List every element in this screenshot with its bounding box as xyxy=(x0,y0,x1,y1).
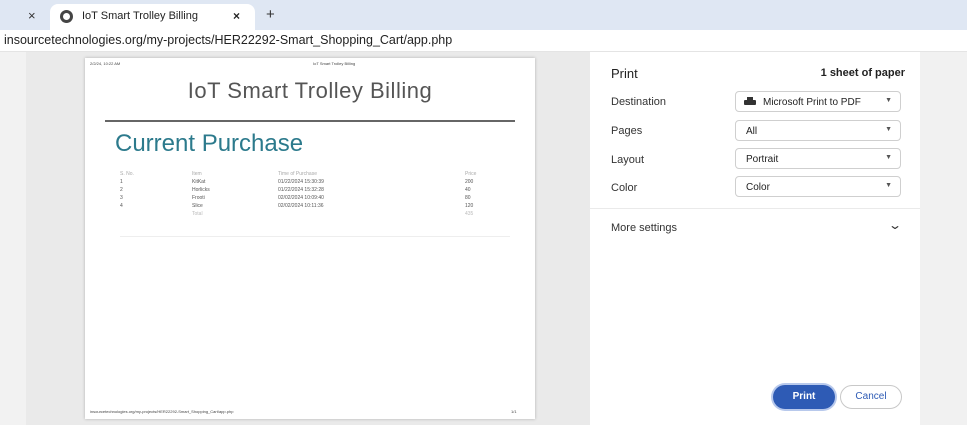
dropdown-caret-icon: ▼ xyxy=(885,182,892,189)
pages-select[interactable]: All ▼ xyxy=(735,120,901,141)
cell-sno: 4 xyxy=(120,203,123,209)
address-bar[interactable]: insourcetechnologies.org/my-projects/HER… xyxy=(0,30,967,52)
chevron-down-icon[interactable]: ⌄ xyxy=(888,218,902,232)
sheet-count: 1 sheet of paper xyxy=(820,67,905,79)
site-favicon-icon xyxy=(60,10,73,23)
page-footer-url: insourcetechnologies.org/my-projects/HER… xyxy=(90,409,234,414)
tab-strip: × IoT Smart Trolley Billing × + xyxy=(0,0,967,30)
table-row: 2 Horlicks 01/22/2024 15:32:28 40 xyxy=(120,187,515,195)
tab-title: IoT Smart Trolley Billing xyxy=(82,10,198,22)
dropdown-caret-icon: ▼ xyxy=(885,126,892,133)
cell-item: KitKat xyxy=(192,179,206,185)
cell-item: Frooti xyxy=(192,195,205,201)
more-settings-toggle[interactable]: More settings xyxy=(611,222,677,234)
cell-time: 02/02/2024 10:11:36 xyxy=(278,203,324,209)
color-select[interactable]: Color ▼ xyxy=(735,176,901,197)
cell-sno: 2 xyxy=(120,187,123,193)
close-icon[interactable]: × xyxy=(28,8,36,23)
cell-sno: 1 xyxy=(120,179,123,185)
page-title: IoT Smart Trolley Billing xyxy=(187,78,433,103)
total-value: 435 xyxy=(465,211,474,217)
color-label: Color xyxy=(611,182,638,194)
col-header-price: Price xyxy=(465,171,477,177)
cell-item: Horlicks xyxy=(192,187,210,193)
col-header-item: Item xyxy=(192,171,202,177)
print-settings-panel: Print 1 sheet of paper Destination Micro… xyxy=(590,52,920,425)
print-title: Print xyxy=(611,66,638,81)
settings-divider xyxy=(590,208,920,209)
panel-right-strip xyxy=(920,52,967,425)
preview-page: 2/2/24, 10:22 AM IoT Smart Trolley Billi… xyxy=(85,58,535,419)
cell-price: 80 xyxy=(465,195,471,201)
col-header-time: Time of Purchase xyxy=(278,171,317,177)
cell-time: 01/22/2024 15:30:39 xyxy=(278,179,324,185)
destination-select[interactable]: Microsoft Print to PDF ▼ xyxy=(735,91,901,112)
title-divider xyxy=(105,120,515,122)
cell-price: 200 xyxy=(465,179,474,185)
cell-time: 01/22/2024 15:32:28 xyxy=(278,187,324,193)
destination-value: Microsoft Print to PDF xyxy=(763,97,861,108)
table-header-row: S. No. Item Time of Purchase Price xyxy=(120,171,515,179)
page-header-title: IoT Smart Trolley Billing xyxy=(313,61,356,66)
cell-price: 40 xyxy=(465,187,471,193)
cell-price: 120 xyxy=(465,203,474,209)
new-tab-icon[interactable]: + xyxy=(266,6,275,23)
print-button[interactable]: Print xyxy=(773,385,835,409)
dropdown-caret-icon: ▼ xyxy=(885,97,892,104)
table-total-row: Total 435 xyxy=(120,211,515,219)
cell-time: 02/02/2024 10:09:40 xyxy=(278,195,324,201)
tab-iot-smart-trolley[interactable]: IoT Smart Trolley Billing × xyxy=(50,4,255,30)
layout-label: Layout xyxy=(611,154,645,166)
table-bottom-divider xyxy=(120,236,510,237)
col-header-sno: S. No. xyxy=(120,171,134,177)
purchase-table: S. No. Item Time of Purchase Price 1 Kit… xyxy=(120,171,515,219)
pages-label: Pages xyxy=(611,125,643,137)
destination-label: Destination xyxy=(611,96,667,108)
url-text[interactable]: insourcetechnologies.org/my-projects/HER… xyxy=(4,33,452,47)
section-title: Current Purchase xyxy=(115,130,304,157)
color-value: Color xyxy=(746,182,770,193)
cancel-button[interactable]: Cancel xyxy=(840,385,902,409)
layout-select[interactable]: Portrait ▼ xyxy=(735,148,901,169)
pages-value: All xyxy=(746,126,758,137)
table-row: 4 Slice 02/02/2024 10:11:36 120 xyxy=(120,203,515,211)
layout-value: Portrait xyxy=(746,154,779,165)
total-label: Total xyxy=(192,211,203,217)
table-row: 3 Frooti 02/02/2024 10:09:40 80 xyxy=(120,195,515,203)
tab-close-icon[interactable]: × xyxy=(233,9,240,23)
printer-icon xyxy=(744,97,756,107)
cell-sno: 3 xyxy=(120,195,123,201)
dropdown-caret-icon: ▼ xyxy=(885,154,892,161)
cell-item: Slice xyxy=(192,203,203,209)
page-header-date: 2/2/24, 10:22 AM xyxy=(90,61,121,66)
preview-left-strip xyxy=(0,52,26,425)
table-row: 1 KitKat 01/22/2024 15:30:39 200 xyxy=(120,179,515,187)
page-footer-number: 1/1 xyxy=(511,409,517,414)
